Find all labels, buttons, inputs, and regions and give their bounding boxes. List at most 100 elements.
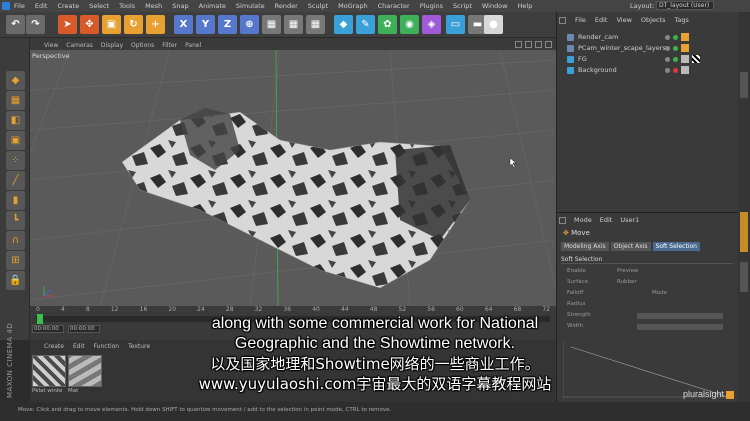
- menu-select[interactable]: Select: [89, 2, 109, 10]
- om-menu-tags[interactable]: Tags: [674, 16, 688, 24]
- menu-edit[interactable]: Edit: [35, 2, 48, 10]
- status-bar: Move: Click and drag to move elements. H…: [0, 402, 750, 421]
- polygons-icon[interactable]: ▮: [6, 191, 25, 210]
- object-row-render-cam[interactable]: Render_cam: [567, 32, 618, 42]
- undo-icon[interactable]: ↶: [6, 15, 25, 34]
- snap-icon[interactable]: ⊞: [6, 251, 25, 270]
- orbit-icon[interactable]: [535, 41, 542, 48]
- am-menu-edit[interactable]: Edit: [600, 216, 613, 224]
- layout-select[interactable]: DT_layout (User): [656, 1, 714, 10]
- om-menu-file[interactable]: File: [575, 16, 586, 24]
- am-menu-mode[interactable]: Mode: [574, 216, 592, 224]
- pen-icon[interactable]: ✎: [356, 15, 375, 34]
- panel-grip-icon: [559, 216, 566, 224]
- option-radius[interactable]: Radius: [567, 301, 585, 307]
- edges-icon[interactable]: ╱: [6, 171, 25, 190]
- menu-mograph[interactable]: MoGraph: [338, 2, 368, 10]
- tool-name: Move: [571, 229, 590, 237]
- viewport-menu-view[interactable]: View: [44, 42, 58, 49]
- tab-modeling-axis[interactable]: Modeling Axis: [561, 242, 609, 251]
- om-menu-view[interactable]: View: [616, 16, 631, 24]
- points-icon[interactable]: ⁘: [6, 151, 25, 170]
- side-tab[interactable]: [740, 262, 748, 292]
- side-tab-attributes[interactable]: [740, 212, 748, 252]
- object-row-fg[interactable]: FG: [567, 54, 587, 64]
- option-surface[interactable]: Surface: [567, 279, 588, 285]
- z-axis-icon[interactable]: Z: [218, 15, 237, 34]
- option-enable[interactable]: Enable: [567, 268, 586, 274]
- panel-grip-icon: [559, 16, 566, 24]
- brand-text: pluralsight: [683, 389, 725, 399]
- viewport-menu-options[interactable]: Options: [131, 42, 154, 49]
- menu-snap[interactable]: Snap: [172, 2, 188, 10]
- tab-soft-selection[interactable]: Soft Selection: [652, 242, 700, 251]
- zoom-icon[interactable]: [525, 41, 532, 48]
- menu-mesh[interactable]: Mesh: [145, 2, 162, 10]
- menu-simulate[interactable]: Simulate: [236, 2, 265, 10]
- viewport-menu-cameras[interactable]: Cameras: [66, 42, 93, 49]
- move-icon[interactable]: ✥: [80, 15, 99, 34]
- y-axis-icon[interactable]: Y: [196, 15, 215, 34]
- am-menu-user[interactable]: User1: [620, 216, 639, 224]
- deformer-icon[interactable]: ◈: [422, 15, 441, 34]
- array-icon[interactable]: ◉: [400, 15, 419, 34]
- menu-character[interactable]: Character: [378, 2, 410, 10]
- cube-icon[interactable]: ◆: [334, 15, 353, 34]
- menu-tools[interactable]: Tools: [119, 2, 135, 10]
- magnet-icon[interactable]: ∩: [6, 231, 25, 250]
- x-axis-icon[interactable]: X: [174, 15, 193, 34]
- object-name: Background: [578, 66, 617, 74]
- axis-icon[interactable]: ┗: [6, 211, 25, 230]
- menu-plugins[interactable]: Plugins: [420, 2, 443, 10]
- scale-icon[interactable]: ▣: [102, 15, 121, 34]
- object-tags: [665, 43, 689, 53]
- menu-render[interactable]: Render: [275, 2, 298, 10]
- object-icon[interactable]: ▣: [6, 131, 25, 150]
- object-name: Render_cam: [578, 33, 619, 41]
- model-mode-icon[interactable]: ◧: [6, 111, 25, 130]
- viewport-menu: View Cameras Display Options Filter Pane…: [30, 40, 556, 50]
- om-menu-objects[interactable]: Objects: [641, 16, 666, 24]
- object-manager-menu: File Edit View Objects Tags: [559, 16, 689, 24]
- menu-help[interactable]: Help: [518, 2, 533, 10]
- pluralsight-logo: pluralsight: [683, 389, 735, 399]
- om-menu-edit[interactable]: Edit: [595, 16, 608, 24]
- option-mode[interactable]: Mode: [652, 290, 667, 296]
- coordinate-system-icon[interactable]: ⊕: [240, 15, 259, 34]
- select-icon[interactable]: ➤: [58, 15, 77, 34]
- render-picture-viewer-icon[interactable]: ▦: [284, 15, 303, 34]
- menu-window[interactable]: Window: [482, 2, 508, 10]
- live-selection-icon[interactable]: +: [146, 15, 165, 34]
- menu-sculpt[interactable]: Sculpt: [308, 2, 328, 10]
- viewport-menu-panel[interactable]: Panel: [185, 42, 201, 49]
- redo-icon[interactable]: ↷: [26, 15, 45, 34]
- lock-icon[interactable]: 🔒: [6, 271, 25, 290]
- light-icon[interactable]: ●: [484, 15, 503, 34]
- side-tab[interactable]: [740, 72, 748, 98]
- subtitle-line-1: along with some commercial work for Nati…: [211, 315, 539, 332]
- viewport-canvas: [30, 50, 556, 306]
- option-falloff[interactable]: Falloff: [567, 290, 583, 296]
- cube-mode-icon[interactable]: ◆: [6, 71, 25, 90]
- checker-icon[interactable]: ▦: [6, 91, 25, 110]
- subdivision-icon[interactable]: ✿: [378, 15, 397, 34]
- menu-create[interactable]: Create: [57, 2, 79, 10]
- menu-file[interactable]: File: [14, 2, 25, 10]
- render-settings-icon[interactable]: ▦: [306, 15, 325, 34]
- option-preview[interactable]: Preview: [617, 268, 638, 274]
- pan-icon[interactable]: [515, 41, 522, 48]
- tab-object-axis[interactable]: Object Axis: [610, 242, 651, 251]
- floor-icon[interactable]: ▭: [446, 15, 465, 34]
- menu-animate[interactable]: Animate: [199, 2, 226, 10]
- menu-script[interactable]: Script: [453, 2, 472, 10]
- viewport-menu-filter[interactable]: Filter: [162, 42, 177, 49]
- render-view-icon[interactable]: ▦: [262, 15, 281, 34]
- section-title: Soft Selection: [561, 256, 733, 264]
- viewport-menu-display[interactable]: Display: [101, 42, 123, 49]
- perspective-viewport[interactable]: Perspective: [30, 50, 556, 306]
- object-row-pcam[interactable]: PCam_winter_scape_layers: [567, 43, 666, 53]
- option-rubber[interactable]: Rubber: [617, 279, 637, 285]
- maximize-icon[interactable]: [545, 41, 552, 48]
- rotate-icon[interactable]: ↻: [124, 15, 143, 34]
- object-row-background[interactable]: Background: [567, 65, 617, 75]
